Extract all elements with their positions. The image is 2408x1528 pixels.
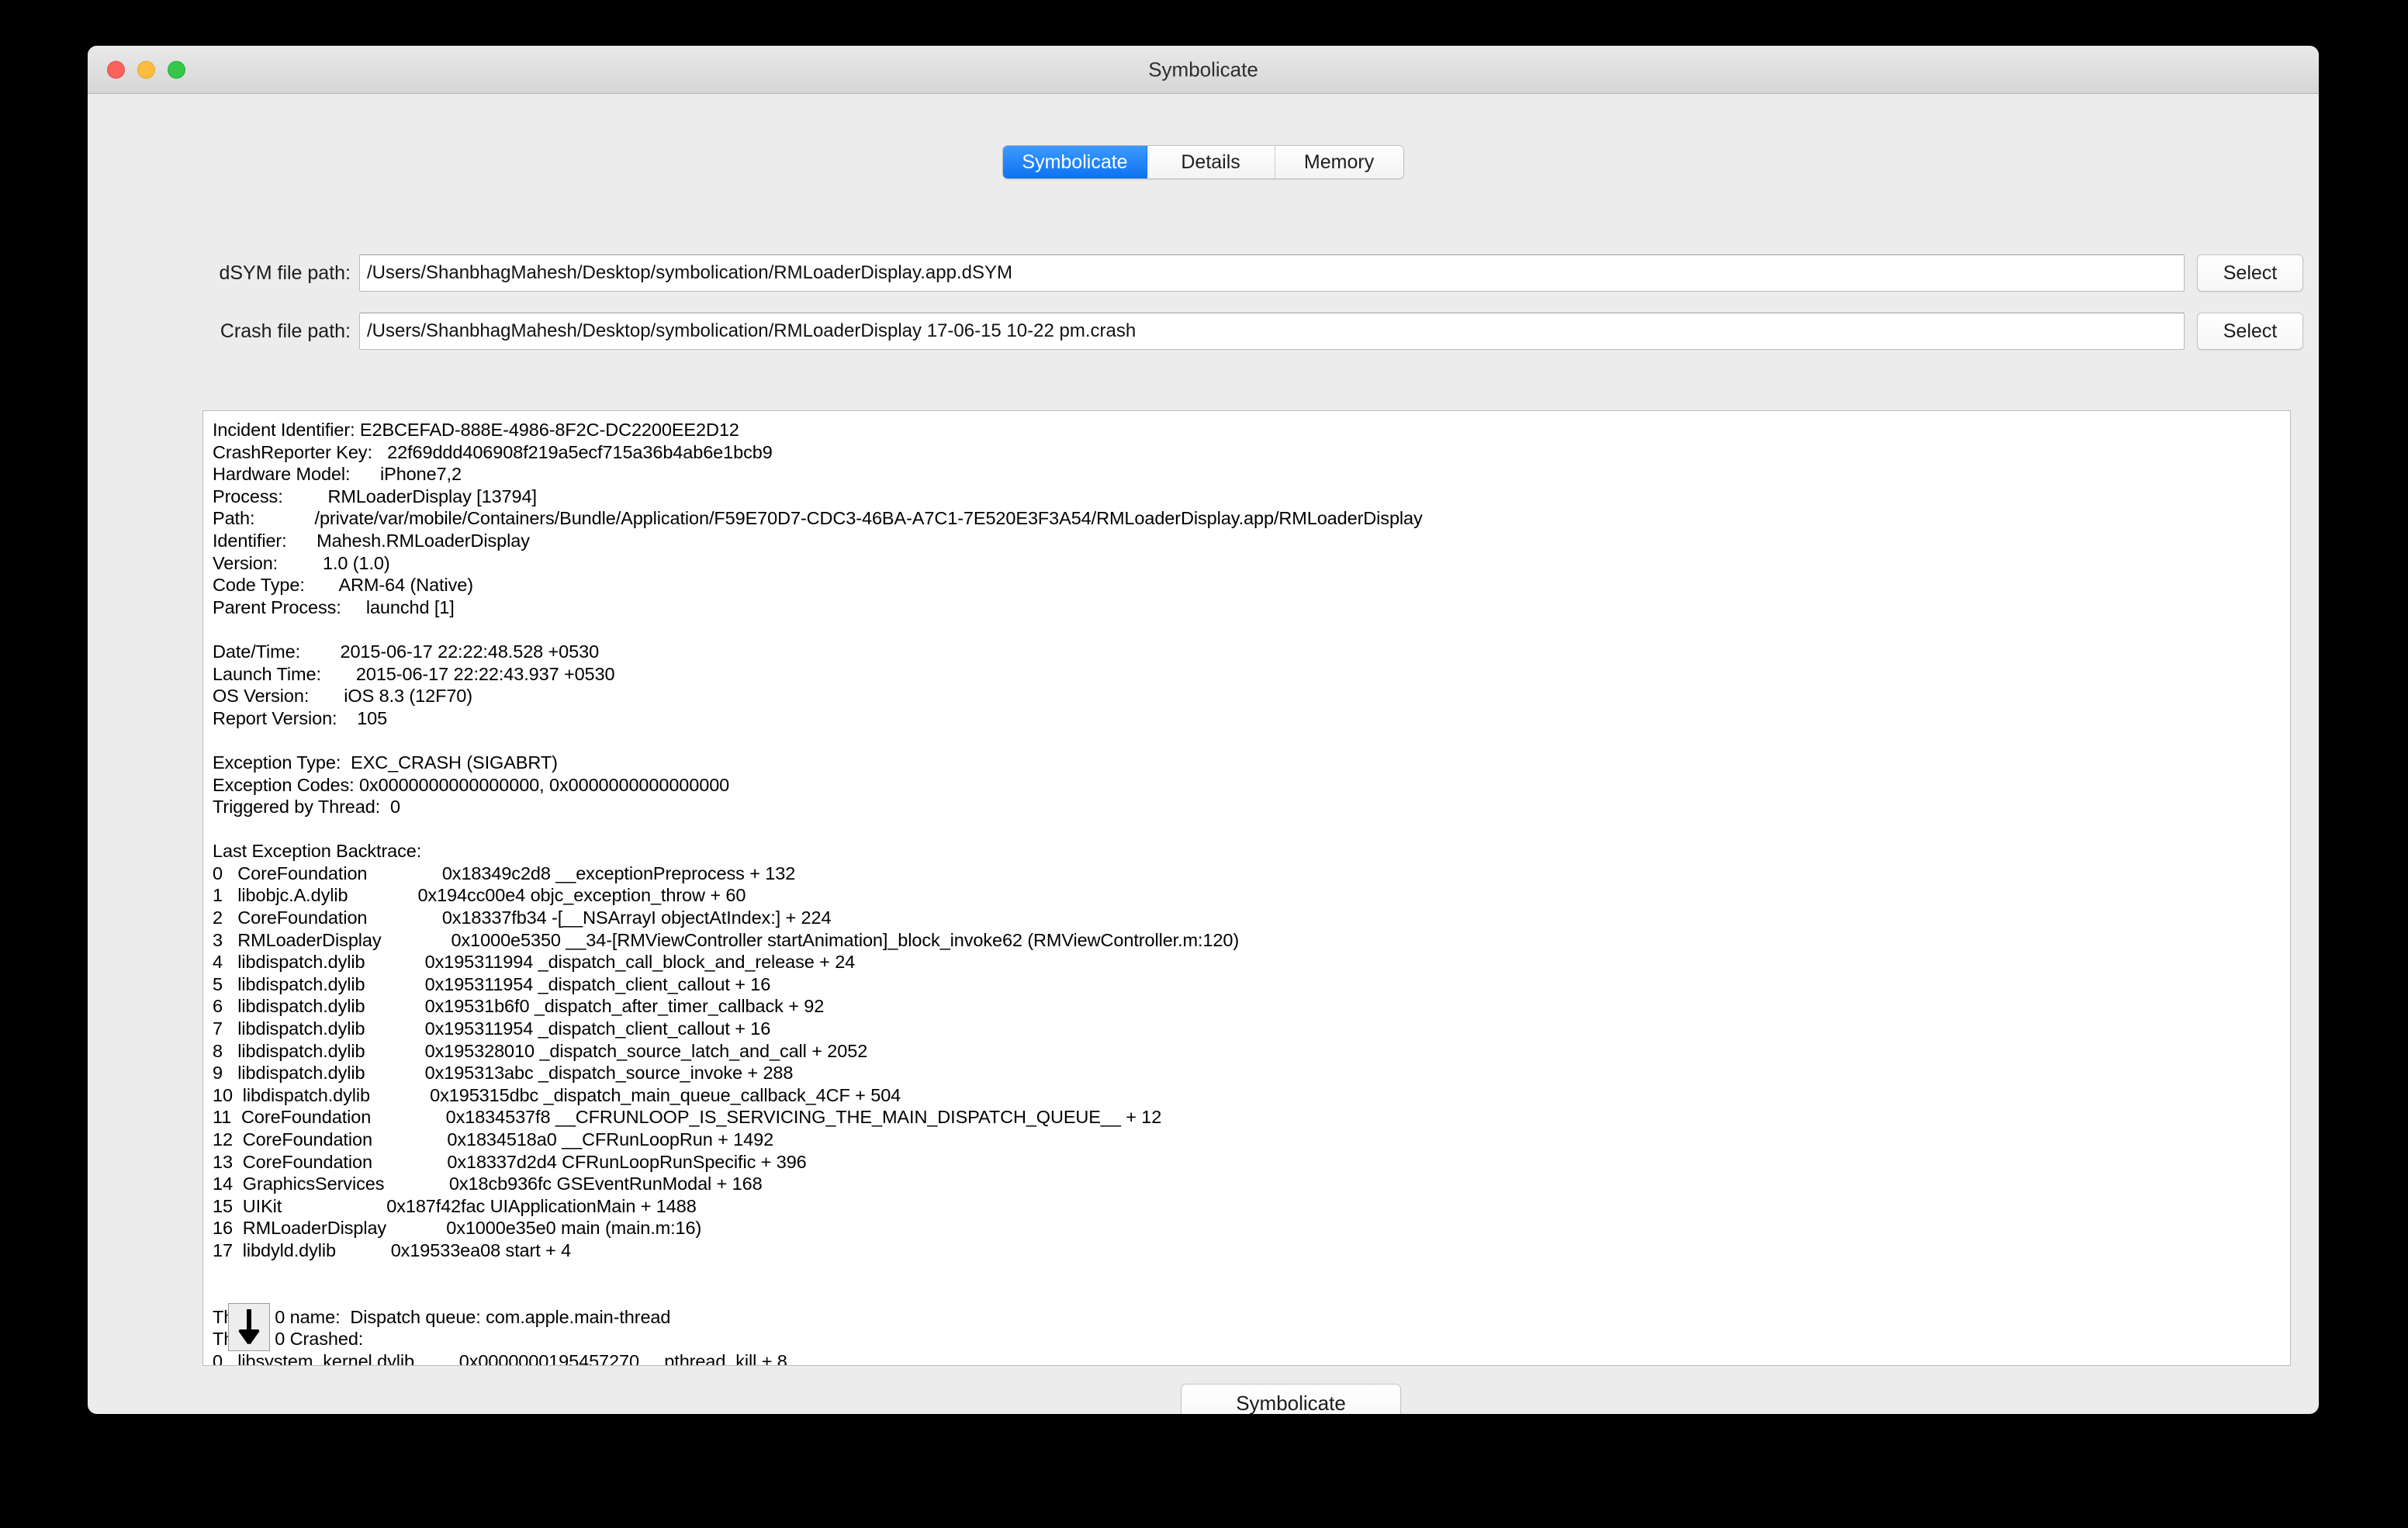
crash-path-input[interactable]: /Users/ShanbhagMahesh/Desktop/symbolicat… (359, 313, 2185, 350)
tab-memory[interactable]: Memory (1275, 146, 1403, 178)
window-title: Symbolicate (1148, 57, 1258, 81)
tab-bar: Symbolicate Details Memory (88, 145, 2319, 179)
dsym-select-button[interactable]: Select (2197, 254, 2303, 292)
crash-path-label: Crash file path: (220, 320, 351, 342)
app-window: Symbolicate Symbolicate Details Memory d… (88, 46, 2319, 1414)
crash-path-row: Crash file path: /Users/ShanbhagMahesh/D… (88, 309, 2319, 353)
tab-symbolicate[interactable]: Symbolicate (1003, 146, 1147, 178)
dsym-path-row: dSYM file path: /Users/ShanbhagMahesh/De… (88, 251, 2319, 295)
dsym-path-input[interactable]: /Users/ShanbhagMahesh/Desktop/symbolicat… (359, 254, 2185, 292)
crash-log-content: Incident Identifier: E2BCEFAD-888E-4986-… (213, 420, 1423, 1366)
dsym-path-label: dSYM file path: (219, 261, 351, 284)
tab-details[interactable]: Details (1147, 146, 1275, 178)
crash-log-textarea[interactable]: Incident Identifier: E2BCEFAD-888E-4986-… (202, 410, 2291, 1366)
symbolicate-button[interactable]: Symbolicate (1181, 1384, 1401, 1414)
segmented-control: Symbolicate Details Memory (1002, 145, 1404, 179)
crash-select-button[interactable]: Select (2197, 313, 2303, 350)
window-titlebar: Symbolicate (88, 46, 2319, 94)
